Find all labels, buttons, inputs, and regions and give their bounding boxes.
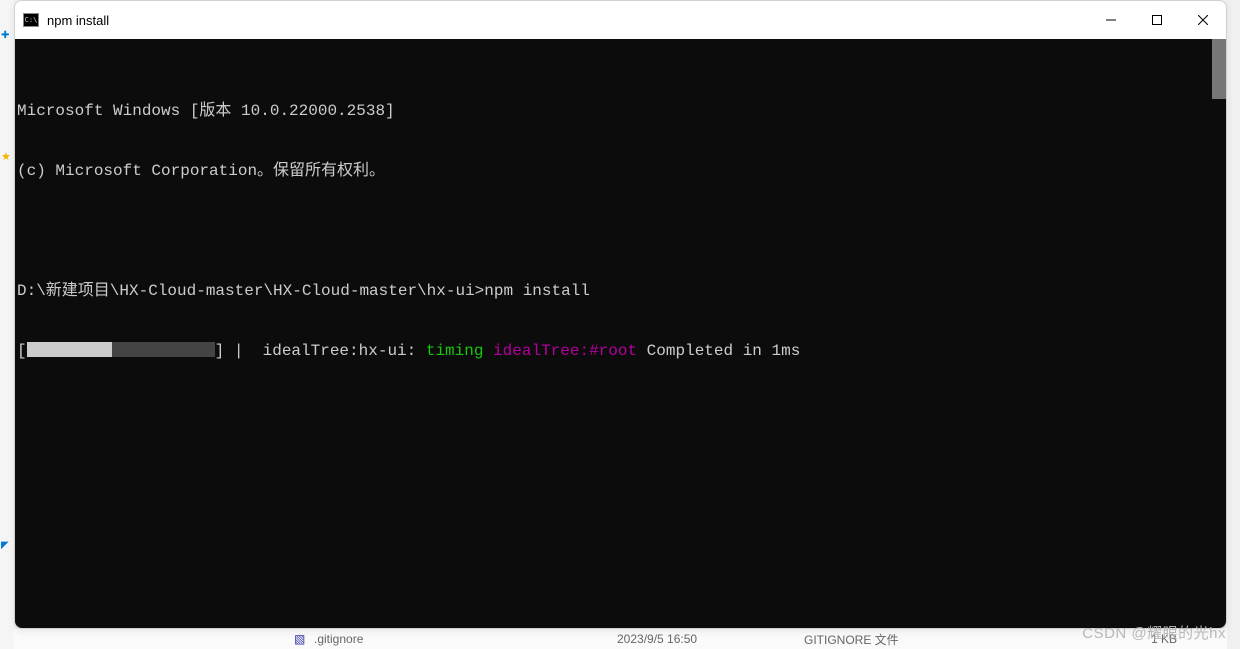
cmd-icon: C:\: [23, 13, 39, 27]
terminal-line: (c) Microsoft Corporation。保留所有权利。: [15, 161, 1226, 181]
scrollbar-thumb[interactable]: [1212, 39, 1226, 99]
watermark: CSDN @耀眼的光hx: [1082, 622, 1226, 643]
maximize-button[interactable]: [1134, 1, 1180, 39]
terminal-prompt-line: D:\新建项目\HX-Cloud-master\HX-Cloud-master\…: [15, 281, 1226, 301]
completed-label: Completed in 1ms: [637, 342, 800, 360]
app-icon: ◤: [1, 540, 9, 551]
titlebar[interactable]: C:\ npm install: [15, 1, 1226, 39]
explorer-row-behind: ▧ .gitignore 2023/9/5 16:50 GITIGNORE 文件…: [14, 629, 1227, 649]
timing-label: timing: [426, 342, 484, 360]
terminal-progress-line: [ ] | idealTree:hx-ui: timing idealTree:#…: [15, 341, 1226, 361]
terminal-line: [15, 221, 1226, 241]
file-name: .gitignore: [314, 632, 363, 646]
terminal-line: Microsoft Windows [版本 10.0.22000.2538]: [15, 101, 1226, 121]
progress-fill: [27, 342, 112, 357]
window-controls: [1088, 1, 1226, 39]
terminal-window: C:\ npm install Microsoft Windows [版本 10…: [14, 0, 1227, 629]
terminal-body[interactable]: Microsoft Windows [版本 10.0.22000.2538] (…: [15, 39, 1226, 628]
close-button[interactable]: [1180, 1, 1226, 39]
file-date: 2023/9/5 16:50: [617, 632, 697, 646]
ideal-tree-label: idealTree:#root: [483, 342, 637, 360]
file-icon: ▧: [294, 632, 305, 646]
prompt-path: D:\新建项目\HX-Cloud-master\HX-Cloud-master\…: [17, 282, 484, 300]
plus-icon: ✚: [1, 30, 9, 41]
file-type: GITIGNORE 文件: [804, 631, 899, 648]
bracket-open: [: [17, 342, 27, 360]
star-icon: ★: [1, 150, 11, 163]
minimize-button[interactable]: [1088, 1, 1134, 39]
prompt-command: npm install: [484, 282, 590, 300]
left-dock-strip: ✚ ★ ◤: [0, 0, 14, 649]
progress-text: ] | idealTree:hx-ui:: [215, 342, 426, 360]
progress-bar: [27, 342, 215, 357]
window-title: npm install: [47, 13, 109, 28]
